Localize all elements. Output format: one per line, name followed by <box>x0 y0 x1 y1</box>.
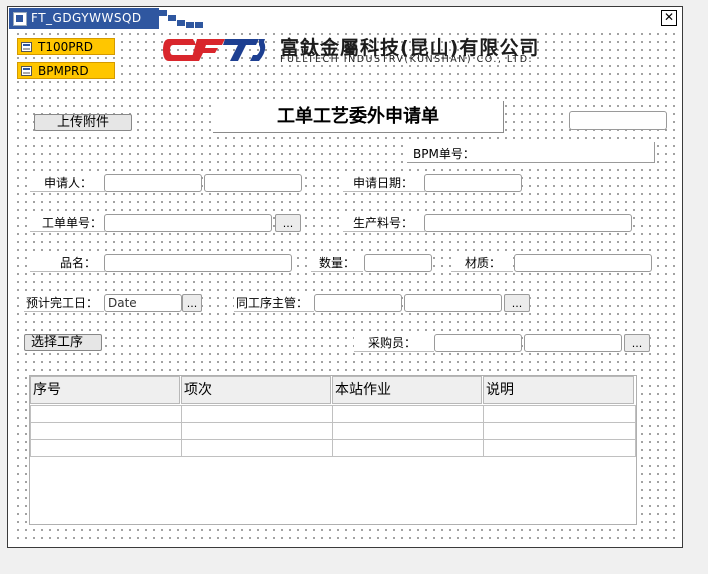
column-header-operation[interactable]: 本站作业 <box>332 376 482 404</box>
bpm-number-label: BPM单号： <box>413 147 475 161</box>
quantity-input[interactable] <box>364 254 432 272</box>
supervisor-name-input[interactable] <box>404 294 502 312</box>
applicant-name-input[interactable] <box>204 174 302 192</box>
close-button[interactable]: ✕ <box>661 10 677 26</box>
table-cell[interactable] <box>332 422 484 440</box>
buyer-browse-button[interactable]: ... <box>624 334 650 352</box>
same-process-supervisor-label: 同工序主管： <box>234 294 314 312</box>
column-header-description[interactable]: 说明 <box>483 376 634 404</box>
buyer-label: 采购员： <box>354 334 434 352</box>
ft-logo-icon <box>163 39 266 61</box>
expected-finish-label: 预计完工日： <box>24 294 104 312</box>
applicant-label: 申请人： <box>30 174 105 192</box>
work-order-label: 工单单号： <box>30 214 105 232</box>
database-icon <box>21 42 32 52</box>
supervisor-id-input[interactable] <box>314 294 402 312</box>
table-cell[interactable] <box>181 422 333 440</box>
expected-finish-browse-button[interactable]: ... <box>182 294 202 312</box>
material-input[interactable] <box>514 254 652 272</box>
bpm-number-box: BPM单号： <box>407 142 655 163</box>
table-cell[interactable] <box>30 439 182 457</box>
column-header-sequence[interactable]: 序号 <box>30 376 180 404</box>
production-item-label: 生产料号： <box>343 214 425 232</box>
upload-attachment-button[interactable]: 上传附件 <box>34 114 132 131</box>
quantity-label: 数量： <box>311 254 363 272</box>
select-process-button[interactable]: 选择工序 <box>24 334 102 351</box>
supervisor-browse-button[interactable]: ... <box>504 294 530 312</box>
company-logo: 富鈦金屬科技(昆山)有限公司 FULLTECH INDUSTRV(KUNSHAN… <box>163 34 558 66</box>
process-table[interactable]: 序号 项次 本站作业 说明 <box>29 375 637 525</box>
connection-label: BPMPRD <box>38 64 89 78</box>
column-header-item[interactable]: 项次 <box>181 376 331 404</box>
expected-finish-date-input[interactable]: Date <box>104 294 182 312</box>
table-cell[interactable] <box>181 439 333 457</box>
form-icon <box>13 12 27 26</box>
table-cell[interactable] <box>30 422 182 440</box>
material-label: 材质： <box>451 254 513 272</box>
applicant-id-input[interactable] <box>104 174 202 192</box>
window-title: FT_GDGYWWSQD <box>31 11 142 25</box>
buyer-id-input[interactable] <box>434 334 522 352</box>
designer-window: FT_GDGYWWSQD ✕ T100PRD BPMPRD 富鈦金屬科技(昆山)… <box>7 6 683 548</box>
apply-date-label: 申请日期： <box>343 174 425 192</box>
connection-t100prd[interactable]: T100PRD <box>17 38 115 55</box>
window-tab[interactable]: FT_GDGYWWSQD <box>9 8 204 30</box>
table-cell[interactable] <box>483 422 636 440</box>
table-cell[interactable] <box>332 405 484 423</box>
buyer-name-input[interactable] <box>524 334 622 352</box>
table-cell[interactable] <box>483 405 636 423</box>
form-canvas: T100PRD BPMPRD 富鈦金屬科技(昆山)有限公司 FULLTECH I… <box>14 30 680 542</box>
work-order-browse-button[interactable]: ... <box>275 214 301 232</box>
production-item-input[interactable] <box>424 214 632 232</box>
apply-date-input[interactable] <box>424 174 522 192</box>
connection-label: T100PRD <box>38 40 94 54</box>
table-cell[interactable] <box>181 405 333 423</box>
table-cell[interactable] <box>483 439 636 457</box>
title-right-field[interactable] <box>569 111 667 130</box>
work-order-input[interactable] <box>104 214 272 232</box>
form-title: 工单工艺委外申请单 <box>213 101 504 133</box>
connection-bpmprd[interactable]: BPMPRD <box>17 62 115 79</box>
database-icon <box>21 66 32 76</box>
title-bar: FT_GDGYWWSQD ✕ <box>8 7 682 29</box>
company-name-en: FULLTECH INDUSTRV(KUNSHAN) CO., LTD. <box>280 54 534 65</box>
table-cell[interactable] <box>332 439 484 457</box>
table-cell[interactable] <box>30 405 182 423</box>
tab-decoration <box>159 8 204 29</box>
product-name-label: 品名： <box>30 254 105 272</box>
product-name-input[interactable] <box>104 254 292 272</box>
